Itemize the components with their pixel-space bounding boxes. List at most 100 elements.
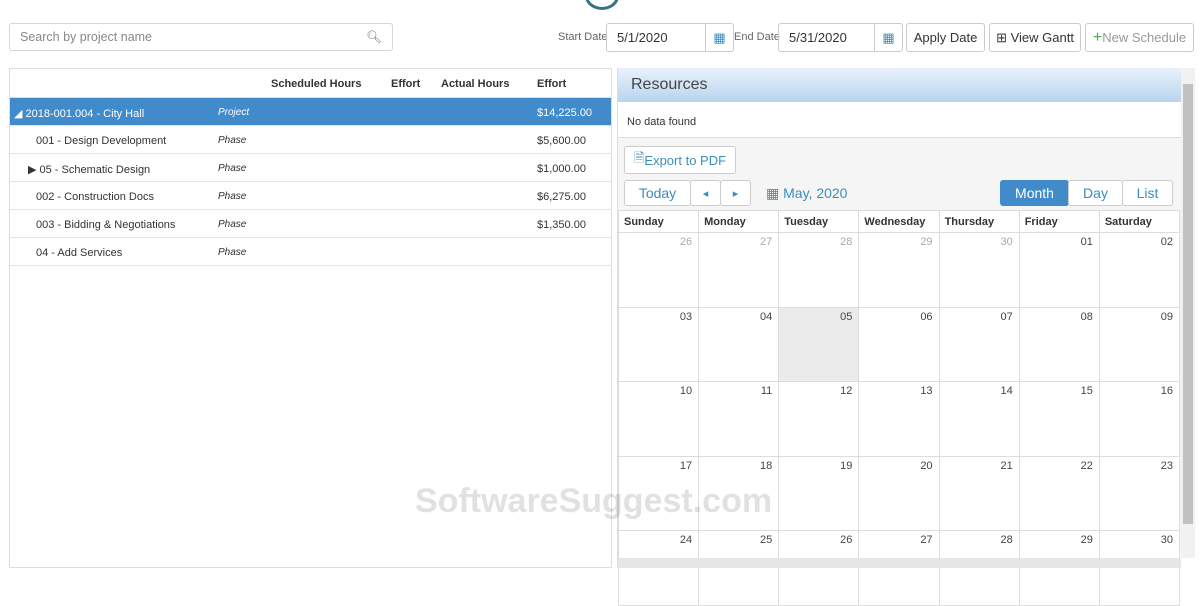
month-label: May, 2020	[783, 185, 848, 201]
day-cell[interactable]: 20	[858, 455, 940, 531]
view-list[interactable]: List	[1122, 180, 1173, 206]
col-effort[interactable]: Effort	[391, 78, 420, 90]
day-cell[interactable]: 19	[778, 455, 860, 531]
day-cell[interactable]: 03	[617, 306, 700, 382]
day-cell[interactable]: 05	[778, 306, 860, 382]
day-cell[interactable]: 01	[1018, 232, 1100, 308]
current-month: ▦ May, 2020	[766, 185, 847, 202]
row-name: ▶ 05 - Schematic Design	[28, 164, 151, 176]
view-day[interactable]: Day	[1068, 180, 1123, 206]
start-date-label: Start Date	[558, 31, 608, 43]
grid-row[interactable]: 001 - Design Development Phase $5,600.00	[10, 126, 611, 154]
row-effort: $1,350.00	[537, 219, 586, 231]
day-cell[interactable]: 07	[938, 306, 1020, 382]
calendar-icon[interactable]: ▦	[705, 24, 733, 51]
day-cell[interactable]: 29	[858, 232, 940, 308]
end-date-label: End Date	[734, 31, 780, 43]
project-search[interactable]: 🔍︎	[9, 23, 393, 51]
new-schedule-label: New Schedule	[1102, 30, 1187, 45]
week-row: 10 11 12 13 14 15 16	[617, 381, 1181, 457]
row-type: Phase	[218, 247, 247, 258]
grid-row[interactable]: 04 - Add Services Phase	[10, 238, 611, 266]
day-cell[interactable]: 06	[858, 306, 940, 382]
day-header: Tuesday	[778, 210, 860, 233]
grid-icon: ⊞	[996, 29, 1011, 45]
search-input[interactable]	[20, 30, 367, 44]
apply-date-button[interactable]: Apply Date	[906, 23, 985, 52]
month-grid: Sunday Monday Tuesday Wednesday Thursday Frid…	[617, 210, 1181, 606]
export-label: Export to PDF	[644, 152, 727, 168]
today-button[interactable]: Today	[624, 180, 691, 206]
view-gantt-label: View Gantt	[1010, 30, 1074, 45]
day-cell[interactable]: 30	[938, 232, 1020, 308]
day-cell[interactable]: 10	[617, 381, 700, 457]
grid-row[interactable]: 002 - Construction Docs Phase $6,275.00	[10, 182, 611, 210]
col-effort-cost[interactable]: Effort	[537, 78, 566, 90]
day-cell[interactable]: 28	[778, 232, 860, 308]
day-header: Sunday	[617, 210, 700, 233]
day-cell[interactable]: 08	[1018, 306, 1100, 382]
grid-row[interactable]: ◢ 2018-001.004 - City Hall Project $14,225…	[10, 98, 611, 126]
grid-header: Scheduled Hours Effort Actual Hours Effo…	[10, 69, 611, 98]
day-header: Friday	[1018, 210, 1100, 233]
resources-title: Resources	[618, 68, 1181, 102]
start-date-field[interactable]: 5/1/2020 ▦	[606, 23, 734, 52]
row-name: 001 - Design Development	[36, 135, 167, 147]
view-gantt-button[interactable]: ⊞ View Gantt	[989, 23, 1081, 52]
day-header: Thursday	[938, 210, 1020, 233]
day-cell[interactable]: 12	[778, 381, 860, 457]
start-date-value[interactable]: 5/1/2020	[607, 30, 705, 45]
day-cell[interactable]: 11	[698, 381, 780, 457]
day-cell[interactable]: 15	[1018, 381, 1100, 457]
day-cell[interactable]: 23	[1098, 455, 1181, 531]
end-date-field[interactable]: 5/31/2020 ▦	[778, 23, 903, 52]
new-schedule-button[interactable]: + New Schedule	[1085, 23, 1194, 52]
day-cell[interactable]: 13	[858, 381, 940, 457]
row-name: 04 - Add Services	[36, 247, 123, 259]
day-cell[interactable]: 27	[698, 232, 780, 308]
col-scheduled-hours[interactable]: Scheduled Hours	[271, 78, 361, 90]
row-name: 002 - Construction Docs	[36, 191, 154, 203]
row-effort: $5,600.00	[537, 135, 586, 147]
grid-row[interactable]: ▶ 05 - Schematic Design Phase $1,000.00	[10, 154, 611, 182]
search-icon[interactable]: 🔍︎	[366, 30, 382, 45]
row-type: Phase	[218, 163, 247, 174]
day-cell[interactable]: 22	[1018, 455, 1100, 531]
row-type: Phase	[218, 191, 247, 202]
row-name: 003 - Bidding & Negotiations	[36, 219, 176, 231]
day-cell[interactable]: 02	[1098, 232, 1181, 308]
day-header: Monday	[698, 210, 780, 233]
row-effort: $14,225.00	[537, 107, 593, 119]
app-logo	[585, 0, 619, 10]
row-type: Project	[218, 107, 250, 118]
row-name: ◢ 2018-001.004 - City Hall	[14, 108, 145, 120]
export-pdf-button[interactable]: 🗎︎ Export to PDF	[624, 146, 736, 174]
vertical-scrollbar[interactable]	[1181, 68, 1195, 558]
calendar-icon: ▦	[766, 185, 784, 201]
row-type: Phase	[218, 219, 247, 230]
grid-row[interactable]: 003 - Bidding & Negotiations Phase $1,350.…	[10, 210, 611, 238]
day-cell[interactable]: 09	[1098, 306, 1181, 382]
row-effort: $6,275.00	[537, 191, 586, 203]
next-button[interactable]: ▸	[720, 180, 751, 206]
day-header: Saturday	[1098, 210, 1181, 233]
row-effort: $1,000.00	[537, 163, 586, 175]
view-month[interactable]: Month	[1000, 180, 1069, 206]
day-cell[interactable]: 16	[1098, 381, 1181, 457]
day-cell[interactable]: 21	[938, 455, 1020, 531]
week-row: 26 27 28 29 30 01 02	[617, 232, 1181, 308]
day-cell[interactable]: 26	[617, 232, 700, 308]
resources-empty: No data found	[618, 102, 1181, 138]
end-date-value[interactable]: 5/31/2020	[779, 30, 874, 45]
col-actual-hours[interactable]: Actual Hours	[441, 78, 509, 90]
day-cell[interactable]: 14	[938, 381, 1020, 457]
pdf-icon: 🗎︎	[633, 150, 645, 165]
plus-icon: +	[1092, 28, 1103, 46]
calendar-icon[interactable]: ▦	[874, 24, 902, 51]
day-cell[interactable]: 04	[698, 306, 780, 382]
prev-button[interactable]: ◂	[690, 180, 721, 206]
watermark: SoftwareSuggest.com	[415, 482, 773, 520]
week-row: 03 04 05 06 07 08 09	[617, 306, 1181, 382]
horizontal-scrollbar[interactable]	[618, 558, 1181, 568]
row-type: Phase	[218, 135, 247, 146]
